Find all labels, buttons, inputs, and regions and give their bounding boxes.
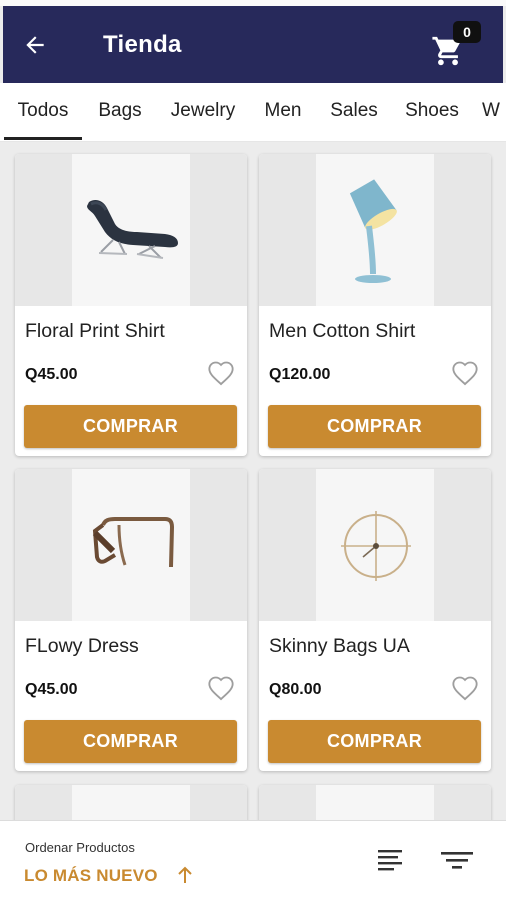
heart-icon[interactable] [207, 675, 235, 701]
product-image[interactable] [15, 154, 247, 306]
buy-button[interactable]: COMPRAR [24, 405, 237, 448]
cart-button[interactable]: 0 [432, 21, 481, 68]
buy-button[interactable]: COMPRAR [24, 720, 237, 763]
back-button[interactable] [3, 6, 67, 83]
category-tabs: Todos Bags Jewelry Men Sales Shoes W [0, 83, 506, 142]
heart-icon[interactable] [451, 360, 479, 386]
pouring-lamp-image [349, 179, 397, 283]
product-card[interactable]: Men Cotton Shirt Q120.00 COMPRAR [259, 154, 491, 456]
cart-count-badge: 0 [453, 21, 481, 43]
product-card[interactable]: Floral Print Shirt Q45.00 COMPRAR [15, 154, 247, 456]
product-image[interactable] [259, 469, 491, 621]
product-price: Q120.00 [269, 366, 331, 383]
wall-clock-image [341, 511, 411, 581]
sort-selector[interactable]: LO MÁS NUEVO [24, 866, 158, 886]
product-name: FLowy Dress [25, 635, 139, 657]
product-price: Q45.00 [25, 681, 78, 698]
arrow-up-icon[interactable] [176, 865, 194, 885]
product-price: Q80.00 [269, 681, 322, 698]
filter-icon[interactable] [440, 846, 474, 874]
product-name: Men Cotton Shirt [269, 320, 416, 342]
product-image[interactable] [259, 154, 491, 306]
tab-men[interactable]: Men [257, 83, 309, 140]
list-view-icon[interactable] [376, 846, 404, 874]
page-title: Tienda [103, 30, 182, 58]
product-name: Skinny Bags UA [269, 635, 410, 657]
arrow-back-icon [26, 35, 44, 54]
buy-button[interactable]: COMPRAR [268, 405, 481, 448]
sort-bar: Ordenar Productos LO MÁS NUEVO [0, 820, 506, 901]
product-price: Q45.00 [25, 366, 78, 383]
tab-bags[interactable]: Bags [90, 83, 150, 140]
tab-shoes[interactable]: Shoes [398, 83, 466, 140]
heart-icon[interactable] [451, 675, 479, 701]
bent-wood-table-image [92, 517, 175, 568]
product-card[interactable]: FLowy Dress Q45.00 COMPRAR [15, 469, 247, 771]
app-bar: Tienda 0 [3, 6, 503, 83]
lounge-chair-image [87, 200, 178, 259]
product-image[interactable] [15, 469, 247, 621]
tab-sales[interactable]: Sales [322, 83, 386, 140]
buy-button[interactable]: COMPRAR [268, 720, 481, 763]
heart-icon[interactable] [207, 360, 235, 386]
product-name: Floral Print Shirt [25, 320, 165, 342]
tab-jewelry[interactable]: Jewelry [162, 83, 244, 140]
product-card[interactable]: Skinny Bags UA Q80.00 COMPRAR [259, 469, 491, 771]
tab-todos[interactable]: Todos [4, 83, 82, 140]
tab-w[interactable]: W [482, 83, 506, 140]
sort-caption: Ordenar Productos [25, 840, 135, 855]
